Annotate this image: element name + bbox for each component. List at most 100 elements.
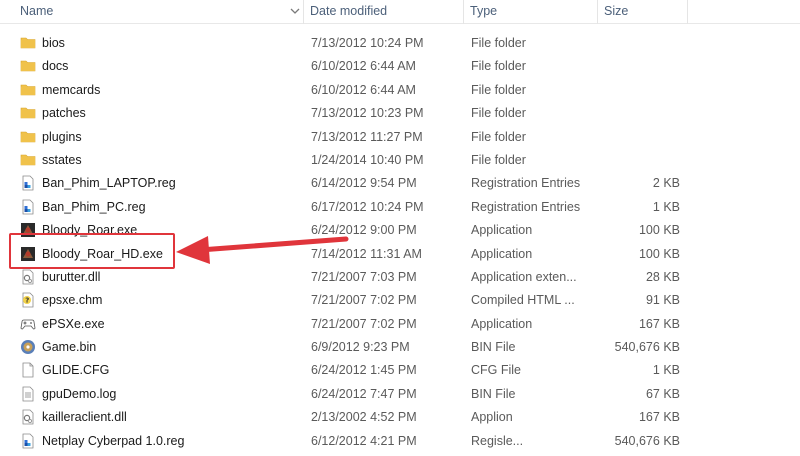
file-row[interactable]: GLIDE.CFG 6/24/2012 1:45 PM CFG File 1 KB <box>0 359 800 382</box>
file-row[interactable]: Ban_Phim_PC.reg 6/17/2012 10:24 PM Registr… <box>0 196 800 219</box>
file-row[interactable]: kailleraclient.dll 2/13/2002 4:52 PM Appli… <box>0 406 800 429</box>
file-name: GLIDE.CFG <box>42 363 110 378</box>
file-date-modified: 1/24/2014 10:40 PM <box>311 152 424 167</box>
file-row[interactable]: memcards 6/10/2012 6:44 AM File folder <box>0 79 800 102</box>
file-date-modified: 7/13/2012 11:27 PM <box>311 129 423 144</box>
highlight-box <box>9 233 175 269</box>
folder-icon <box>20 58 36 74</box>
file-row[interactable]: docs 6/10/2012 6:44 AM File folder <box>0 55 800 78</box>
file-size: 1 KB <box>652 199 680 214</box>
file-date-modified: 6/10/2012 6:44 AM <box>311 82 416 97</box>
file-type: Applion <box>471 410 513 425</box>
file-date-modified: 6/10/2012 6:44 AM <box>311 59 416 74</box>
disc-image-icon <box>20 339 36 355</box>
file-size: 28 KB <box>645 269 680 284</box>
file-name: epsxe.chm <box>42 293 103 308</box>
help-file-icon: ? <box>20 292 36 308</box>
text-file-icon <box>20 386 36 402</box>
file-date-modified: 7/13/2012 10:24 PM <box>311 36 424 50</box>
dll-file-icon <box>20 269 36 285</box>
file-date-modified: 6/24/2012 7:47 PM <box>311 386 417 401</box>
file-name: docs <box>42 59 69 74</box>
file-row[interactable]: patches 7/13/2012 10:23 PM File folder <box>0 102 800 125</box>
file-date-modified: 7/13/2012 10:23 PM <box>311 106 424 121</box>
date-column-header[interactable]: Date modified <box>304 0 464 24</box>
file-date-modified: 6/9/2012 9:23 PM <box>311 340 410 355</box>
file-name: Netplay Cyberpad 1.0.reg <box>42 433 185 448</box>
folder-icon <box>20 35 36 51</box>
file-row[interactable]: sstates 1/24/2014 10:40 PM File folder <box>0 149 800 172</box>
dll-file-icon <box>20 409 36 425</box>
file-size: 540,676 KB <box>614 340 680 355</box>
file-row[interactable]: Game.bin 6/9/2012 9:23 PM BIN File 540,676 … <box>0 336 800 359</box>
file-type: Application <box>471 223 533 238</box>
file-row[interactable]: gpuDemo.log 6/24/2012 7:47 PM BIN File 67 K… <box>0 383 800 406</box>
file-type: File folder <box>471 59 526 74</box>
file-size: 2 KB <box>652 176 680 191</box>
file-size: 167 KB <box>638 410 680 425</box>
blank-file-icon <box>20 362 36 378</box>
file-row[interactable]: ePSXe.exe 7/21/2007 7:02 PM Application 167… <box>0 313 800 336</box>
type-column-header[interactable]: Type <box>464 0 598 24</box>
file-type: BIN File <box>471 340 516 355</box>
file-row[interactable]: Netplay Cyberpad 1.0.reg 6/12/2012 4:21 P… <box>0 430 800 453</box>
folder-icon <box>20 129 36 145</box>
date-column-label: Date modified <box>310 4 388 18</box>
red-arrow-annotation <box>176 236 349 264</box>
file-type: Application exten... <box>471 269 577 284</box>
file-name: plugins <box>42 129 82 144</box>
file-date-modified: 7/21/2007 7:03 PM <box>311 269 417 284</box>
file-type: Registration Entries <box>471 199 581 214</box>
file-date-modified: 6/14/2012 9:54 PM <box>311 176 417 191</box>
file-type: Application <box>471 316 533 331</box>
sort-indicator-icon: ⌃ <box>150 0 161 8</box>
file-name: gpuDemo.log <box>42 386 117 401</box>
file-type: Compiled HTML ... <box>471 293 575 308</box>
file-type: File folder <box>471 106 526 121</box>
name-column-label: Name <box>20 4 54 18</box>
file-name: bios <box>42 36 65 50</box>
file-name: Ban_Phim_PC.reg <box>42 199 146 214</box>
column-header-bar: Name ⌃ Date modified Type Size <box>0 0 800 24</box>
file-type: Regisle... <box>471 433 524 448</box>
type-column-label: Type <box>470 4 498 18</box>
file-type: File folder <box>471 152 526 167</box>
file-date-modified: 2/13/2002 4:52 PM <box>311 410 417 425</box>
file-date-modified: 6/17/2012 10:24 PM <box>311 199 424 214</box>
file-type: File folder <box>471 129 526 144</box>
file-row[interactable]: bios 7/13/2012 10:24 PM File folder <box>0 32 800 55</box>
file-type: BIN File <box>471 386 516 401</box>
folder-icon <box>20 82 36 98</box>
file-name: kailleraclient.dll <box>42 410 127 425</box>
size-column-header[interactable]: Size <box>598 0 688 24</box>
file-row[interactable]: ? epsxe.chm 7/21/2007 7:02 PM Compiled HTML… <box>0 289 800 312</box>
file-name: sstates <box>42 152 82 167</box>
file-size: 167 KB <box>638 316 680 331</box>
file-size: 91 KB <box>645 293 680 308</box>
file-date-modified: 7/21/2007 7:02 PM <box>311 293 417 308</box>
file-size: 100 KB <box>638 246 680 261</box>
file-name: Ban_Phim_LAPTOP.reg <box>42 176 176 191</box>
file-type: Registration Entries <box>471 176 581 191</box>
file-size: 67 KB <box>645 386 680 401</box>
folder-icon <box>20 152 36 168</box>
chevron-down-icon[interactable] <box>288 4 302 18</box>
file-type: File folder <box>471 82 526 97</box>
file-name: ePSXe.exe <box>42 316 105 331</box>
file-size: 540,676 KB <box>614 433 680 448</box>
file-type: CFG File <box>471 363 521 378</box>
file-date-modified: 6/24/2012 1:45 PM <box>311 363 417 378</box>
file-name: Game.bin <box>42 340 97 355</box>
file-date-modified: 6/12/2012 4:21 PM <box>311 433 417 448</box>
file-date-modified: 7/21/2007 7:02 PM <box>311 316 417 331</box>
file-size: 100 KB <box>638 223 680 238</box>
file-row[interactable]: burutter.dll 7/21/2007 7:03 PM Application… <box>0 266 800 289</box>
registry-file-icon <box>20 199 36 215</box>
file-row[interactable]: Ban_Phim_LAPTOP.reg 6/14/2012 9:54 PM Regi… <box>0 172 800 195</box>
folder-icon <box>20 105 36 121</box>
registry-file-icon <box>20 433 36 449</box>
file-row[interactable]: plugins 7/13/2012 11:27 PM File folder <box>0 126 800 149</box>
file-name: memcards <box>42 82 101 97</box>
file-type: Application <box>471 246 533 261</box>
file-type: File folder <box>471 36 526 50</box>
